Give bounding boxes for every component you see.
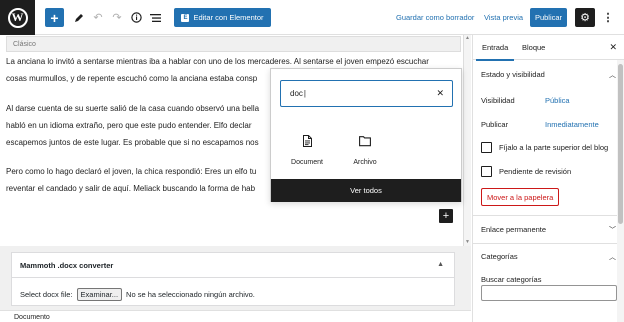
select-file-label: Select docx file:: [20, 290, 73, 299]
redo-icon: ↷: [112, 12, 122, 24]
undo-icon: ↶: [93, 12, 103, 24]
elementor-icon: E: [181, 13, 190, 22]
details-button[interactable]: [128, 8, 144, 27]
pending-review-checkbox[interactable]: [481, 166, 492, 177]
inline-add-block-button[interactable]: +: [439, 209, 453, 223]
close-icon[interactable]: ✕: [436, 88, 444, 99]
move-to-trash-button[interactable]: Mover a la papelera: [481, 188, 560, 206]
tools-button[interactable]: [71, 8, 87, 27]
search-categories-input[interactable]: [481, 285, 617, 301]
classic-block-label: Clásico: [6, 36, 461, 52]
chevron-down-icon[interactable]: ﹀: [609, 225, 616, 235]
chevron-up-icon[interactable]: ︿: [609, 252, 616, 262]
search-input-value: doc: [290, 89, 306, 98]
tab-post[interactable]: Entrada: [475, 43, 515, 61]
metabox-area: Mammoth .docx converter ▲ Select docx fi…: [0, 246, 471, 310]
scroll-down-icon[interactable]: ▼: [465, 239, 470, 245]
categories-section-title[interactable]: Categorías: [481, 252, 518, 261]
block-result-label: Document: [291, 159, 323, 166]
divider: [12, 277, 454, 278]
scroll-up-icon[interactable]: ▲: [465, 35, 470, 41]
wordpress-logo-icon: W: [7, 7, 28, 28]
elementor-button-label: Editar con Elementor: [193, 13, 264, 22]
save-draft-button[interactable]: Guardar como borrador: [396, 8, 474, 27]
pencil-icon: [75, 13, 83, 22]
list-icon: [149, 13, 161, 22]
permalink-section-title[interactable]: Enlace permanente: [481, 225, 546, 234]
chevron-up-icon[interactable]: ︿: [609, 70, 616, 80]
file-select-row: Select docx file: Examinar... No se ha s…: [20, 288, 255, 301]
collapse-triangle-icon[interactable]: ▲: [437, 261, 444, 268]
scrollbar-thumb[interactable]: [618, 64, 623, 224]
folder-icon: [359, 136, 371, 147]
close-icon[interactable]: ✕: [609, 42, 617, 53]
tab-block[interactable]: Bloque: [522, 43, 545, 52]
search-categories-label: Buscar categorías: [481, 275, 542, 284]
settings-sidebar: Entrada Bloque ✕ Estado y visibilidad ︿ …: [472, 35, 624, 322]
gear-icon: ⚙: [580, 12, 590, 24]
add-block-button[interactable]: +: [45, 8, 64, 27]
publish-date-label: Publicar: [481, 120, 509, 129]
block-result-archivo[interactable]: Archivo: [335, 135, 395, 166]
undo-button[interactable]: ↶: [90, 8, 106, 27]
sidebar-tabs: Entrada Bloque ✕: [473, 35, 624, 61]
sticky-checkbox[interactable]: [481, 142, 492, 153]
pending-review-label: Pendiente de revisión: [499, 167, 572, 176]
block-result-label: Archivo: [353, 159, 377, 166]
preview-button[interactable]: Vista previa: [484, 8, 523, 27]
publish-date-value[interactable]: Inmediatamente: [545, 120, 599, 129]
view-all-button[interactable]: Ver todos: [271, 179, 461, 202]
editor-scrollbar[interactable]: ▲ ▼: [463, 35, 471, 246]
plus-icon: +: [442, 210, 450, 222]
status-section-title[interactable]: Estado y visibilidad: [481, 70, 545, 79]
wordpress-logo-button[interactable]: W: [0, 0, 35, 35]
divider: [473, 243, 624, 244]
more-options-button[interactable]: ⋮: [602, 8, 614, 27]
browse-button[interactable]: Examinar...: [76, 288, 123, 301]
visibility-value[interactable]: Pública: [545, 96, 570, 105]
divider: [473, 215, 624, 216]
metabox-title: Mammoth .docx converter: [20, 261, 114, 270]
sticky-label: Fíjalo a la parte superior del blog: [499, 143, 609, 152]
no-file-text: No se ha seleccionado ningún archivo.: [126, 290, 255, 299]
info-icon: [130, 12, 142, 23]
sidebar-scrollbar[interactable]: [617, 60, 624, 322]
document-icon: [302, 135, 312, 147]
more-vertical-icon: ⋮: [602, 12, 614, 24]
redo-button[interactable]: ↷: [109, 8, 125, 27]
breadcrumb[interactable]: Documento: [14, 314, 50, 321]
settings-button[interactable]: ⚙: [575, 8, 595, 27]
edit-with-elementor-button[interactable]: E Editar con Elementor: [174, 8, 271, 27]
block-search-input[interactable]: doc ✕: [280, 80, 453, 107]
publish-button[interactable]: Publicar: [530, 8, 567, 27]
block-inserter-popover: doc ✕ Document Archivo Ver todos: [270, 68, 462, 202]
list-view-button[interactable]: [147, 8, 163, 27]
block-result-document[interactable]: Document: [277, 135, 337, 166]
editor-toolbar: W + ↶ ↷ E Editar con Elementor Guardar c…: [0, 0, 624, 35]
mammoth-metabox: Mammoth .docx converter ▲ Select docx fi…: [11, 252, 455, 306]
footer-bar: Documento: [0, 310, 471, 322]
plus-icon: +: [50, 9, 59, 26]
visibility-label: Visibilidad: [481, 96, 515, 105]
